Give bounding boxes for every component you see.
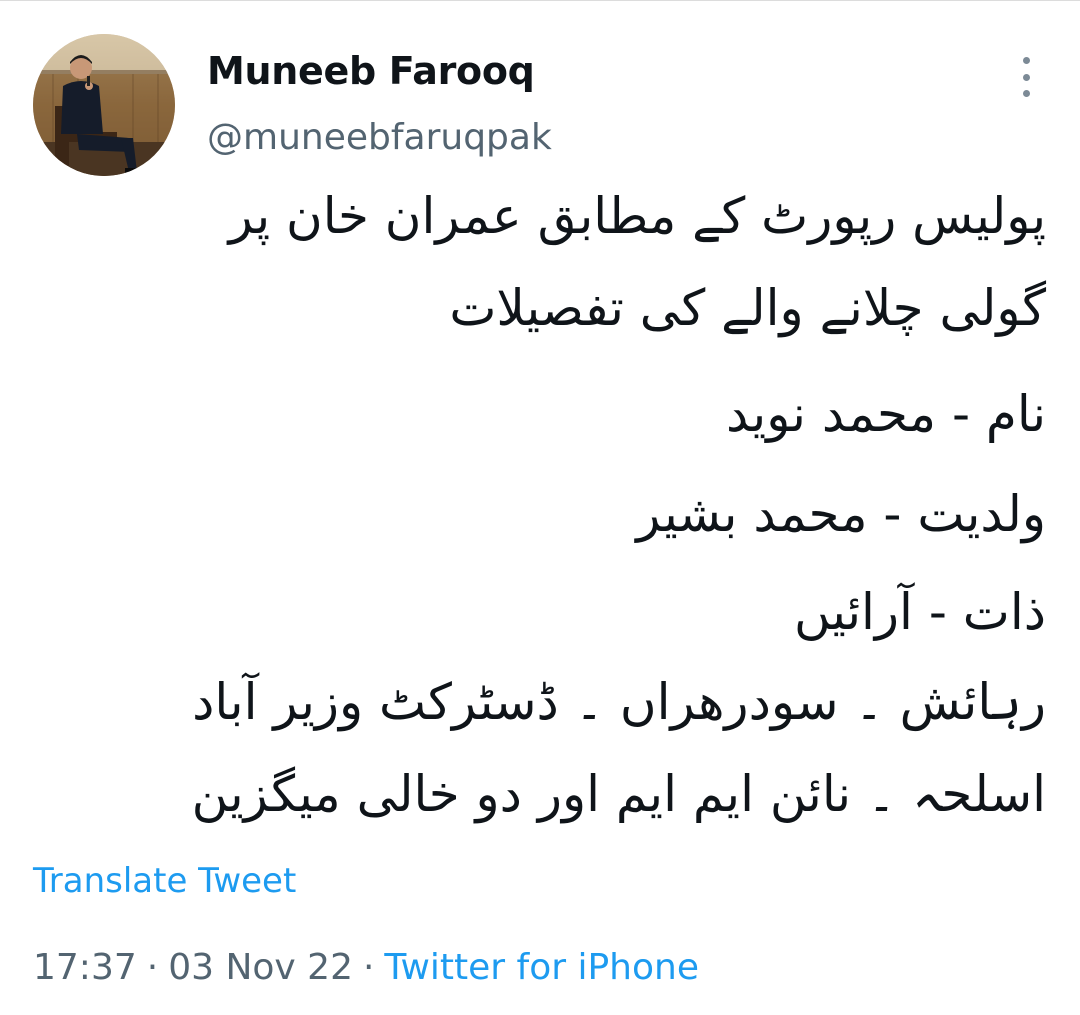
- translate-tweet-link[interactable]: Translate Tweet: [33, 861, 296, 901]
- tweet-card: Muneeb Farooq @muneebfaruqpak پولیس رپور…: [0, 0, 1080, 1015]
- more-dot: [1022, 73, 1030, 81]
- tweet-meta: 17:37 · 03 Nov 22 · Twitter for iPhone: [33, 947, 699, 988]
- meta-separator: ·: [362, 947, 375, 988]
- meta-separator: ·: [146, 947, 159, 988]
- more-dot: [1022, 57, 1030, 64]
- avatar-photo: [33, 34, 175, 176]
- tweet-source-link[interactable]: Twitter for iPhone: [384, 947, 699, 988]
- author-handle[interactable]: @muneebfaruqpak: [207, 117, 552, 158]
- tweet-time[interactable]: 17:37: [33, 947, 137, 988]
- tweet-date[interactable]: 03 Nov 22: [168, 947, 353, 988]
- tweet-line: ذات - آرائیں: [793, 583, 1046, 641]
- avatar[interactable]: [33, 34, 175, 176]
- tweet-line: گولی چلانے والے کی تفصیلات: [449, 279, 1046, 337]
- more-dot: [1022, 90, 1030, 97]
- tweet-line: اسلحہ ۔ نائن ایم ایم اور دو خالی میگزین: [191, 765, 1046, 823]
- more-vertical-icon[interactable]: [1008, 57, 1044, 97]
- author-name[interactable]: Muneeb Farooq: [207, 49, 535, 93]
- tweet-line: نام - محمد نوید: [726, 385, 1046, 443]
- tweet-line: پولیس رپورٹ کے مطابق عمران خان پر: [228, 187, 1046, 245]
- tweet-line: ولدیت - محمد بشیر: [636, 485, 1046, 543]
- tweet-line: رہائش ۔ سودرھراں ۔ ڈسٹرکٹ وزیر آباد: [192, 673, 1046, 731]
